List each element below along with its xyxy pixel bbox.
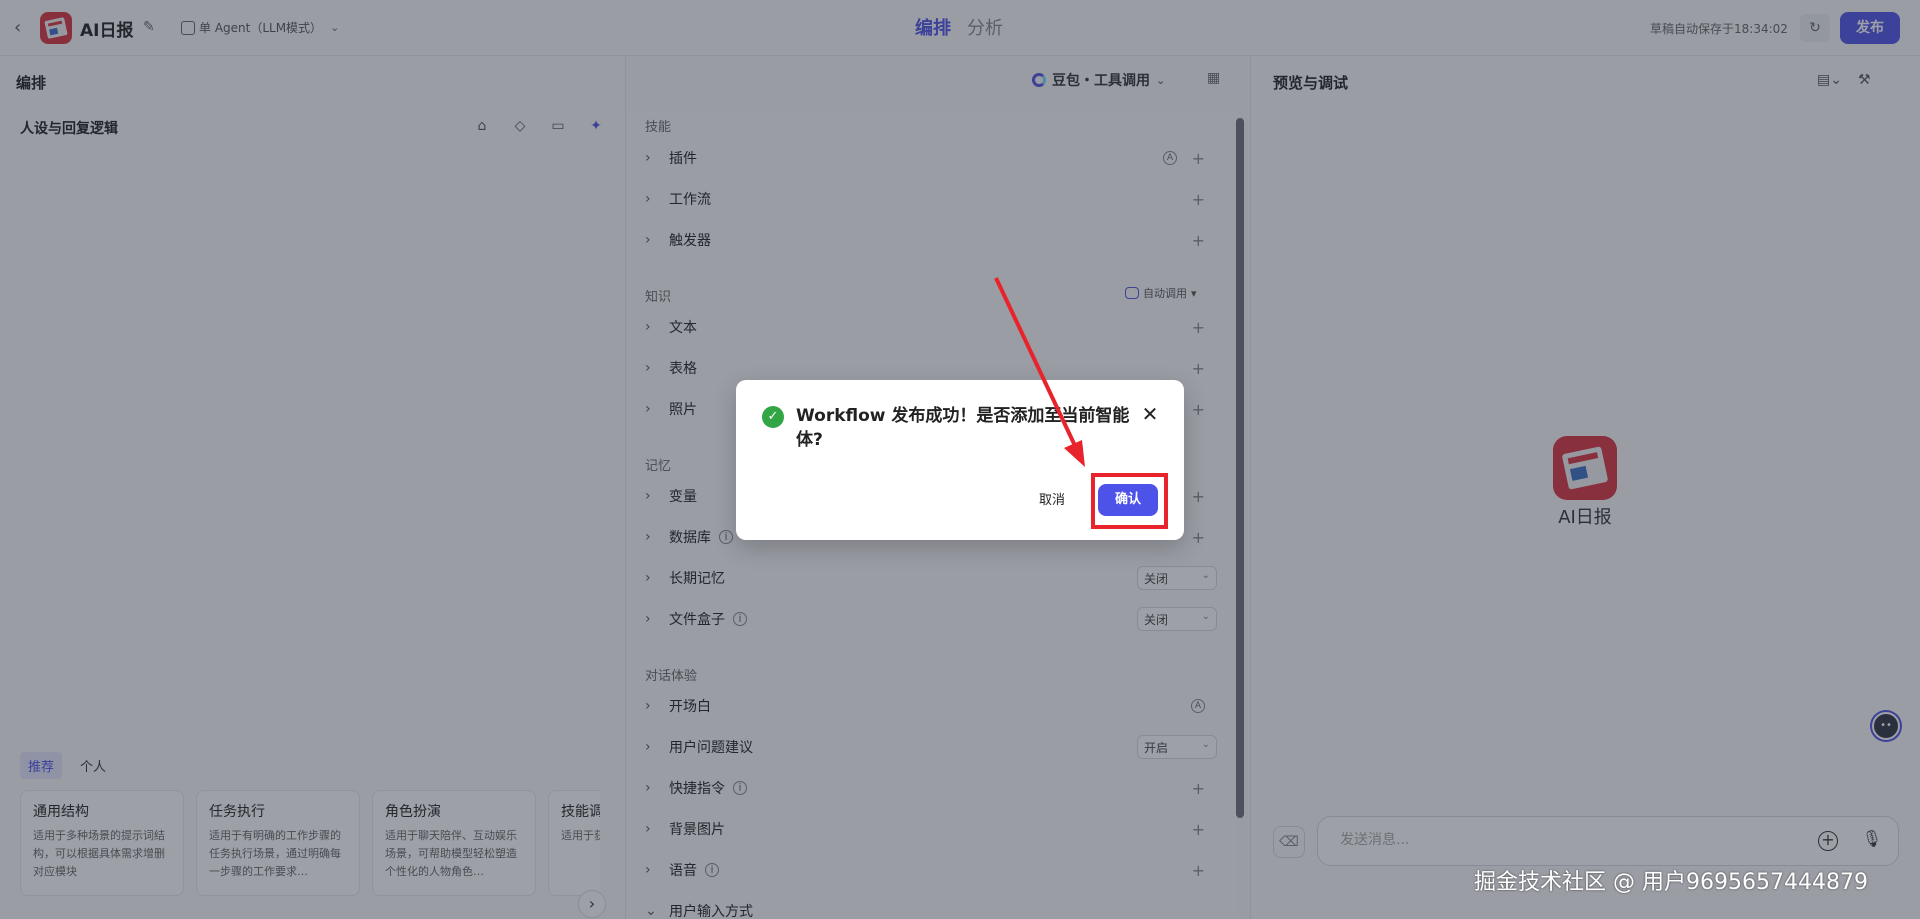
cancel-button[interactable]: 取消 <box>1024 486 1080 516</box>
annotation-highlight-box <box>1091 473 1168 529</box>
watermark: 掘金技术社区 @ 用户9695657444879 <box>1474 870 1868 895</box>
success-check-icon: ✓ <box>762 406 784 428</box>
close-icon[interactable]: ✕ <box>1138 402 1162 426</box>
dialog-message: Workflow 发布成功！是否添加至当前智能体? <box>796 406 1130 450</box>
